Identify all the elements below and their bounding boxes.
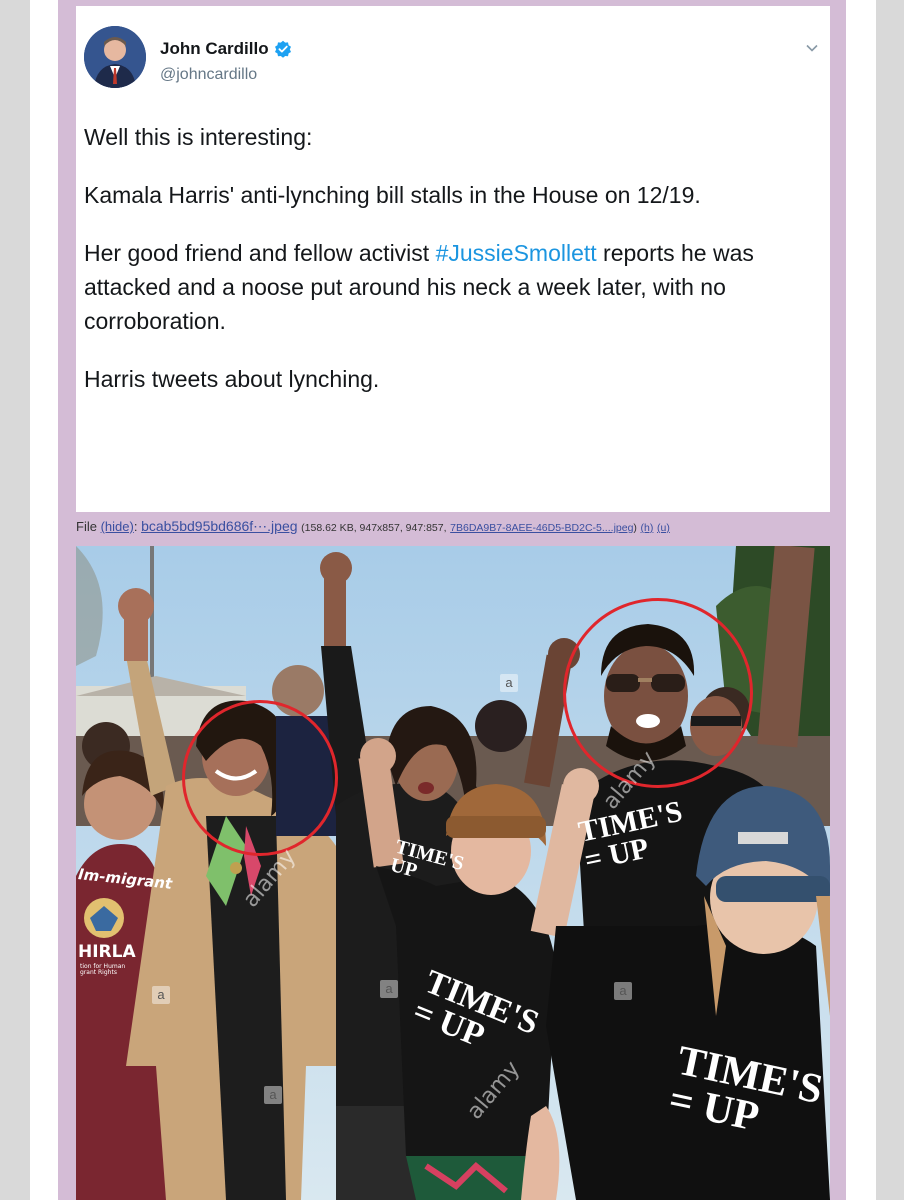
u-link[interactable]: (u) [657, 522, 670, 534]
highlight-circle-harris [182, 700, 338, 856]
display-name[interactable]: John Cardillo [160, 39, 269, 59]
hide-link[interactable]: (hide) [101, 519, 134, 534]
verified-badge-icon [274, 40, 292, 58]
file-label: File [76, 519, 97, 534]
avatar[interactable] [84, 26, 146, 88]
tweet-paragraph: Well this is interesting: [84, 124, 313, 150]
tweet-paragraph: Her good friend and fellow activist #Jus… [84, 236, 814, 338]
hashtag-link[interactable]: #JussieSmollett [436, 240, 597, 266]
watermark-a: a [614, 982, 632, 1000]
file-info-line: File (hide): bcab5bd95bd686f⋯.jpeg (158.… [76, 518, 670, 534]
tweet-paragraph: Kamala Harris' anti-lynching bill stalls… [84, 182, 701, 208]
watermark-a: a [380, 980, 398, 998]
watermark-a: a [264, 1086, 282, 1104]
sign-subtext: HIRLA [78, 942, 136, 962]
watermark-a: a [152, 986, 170, 1004]
tweet-card: John Cardillo @johncardillo Well this is… [76, 6, 830, 512]
chevron-down-icon[interactable] [804, 40, 820, 56]
original-filename-link[interactable]: 7B6DA9B7-8AEE-46D5-BD2C-5....jpeg [450, 522, 633, 534]
filename-link[interactable]: bcab5bd95bd686f⋯.jpeg [141, 518, 297, 534]
sign-small-text: tion for Human grant Rights [80, 963, 126, 976]
tweet-text: Well this is interesting: Kamala Harris'… [84, 120, 814, 420]
h-link[interactable]: (h) [641, 522, 654, 534]
user-handle[interactable]: @johncardillo [160, 66, 257, 84]
watermark-a: a [500, 674, 518, 692]
file-meta-close: ) [633, 522, 637, 534]
tweet-text-segment: Her good friend and fellow activist [84, 240, 436, 266]
attached-photo[interactable]: TIME'S = UP TIME'S UP TIME'S = UP TIME'S… [76, 546, 830, 1200]
tweet-paragraph: Harris tweets about lynching. [84, 366, 380, 392]
file-meta: (158.62 KB, 947x857, 947:857, [301, 522, 447, 534]
